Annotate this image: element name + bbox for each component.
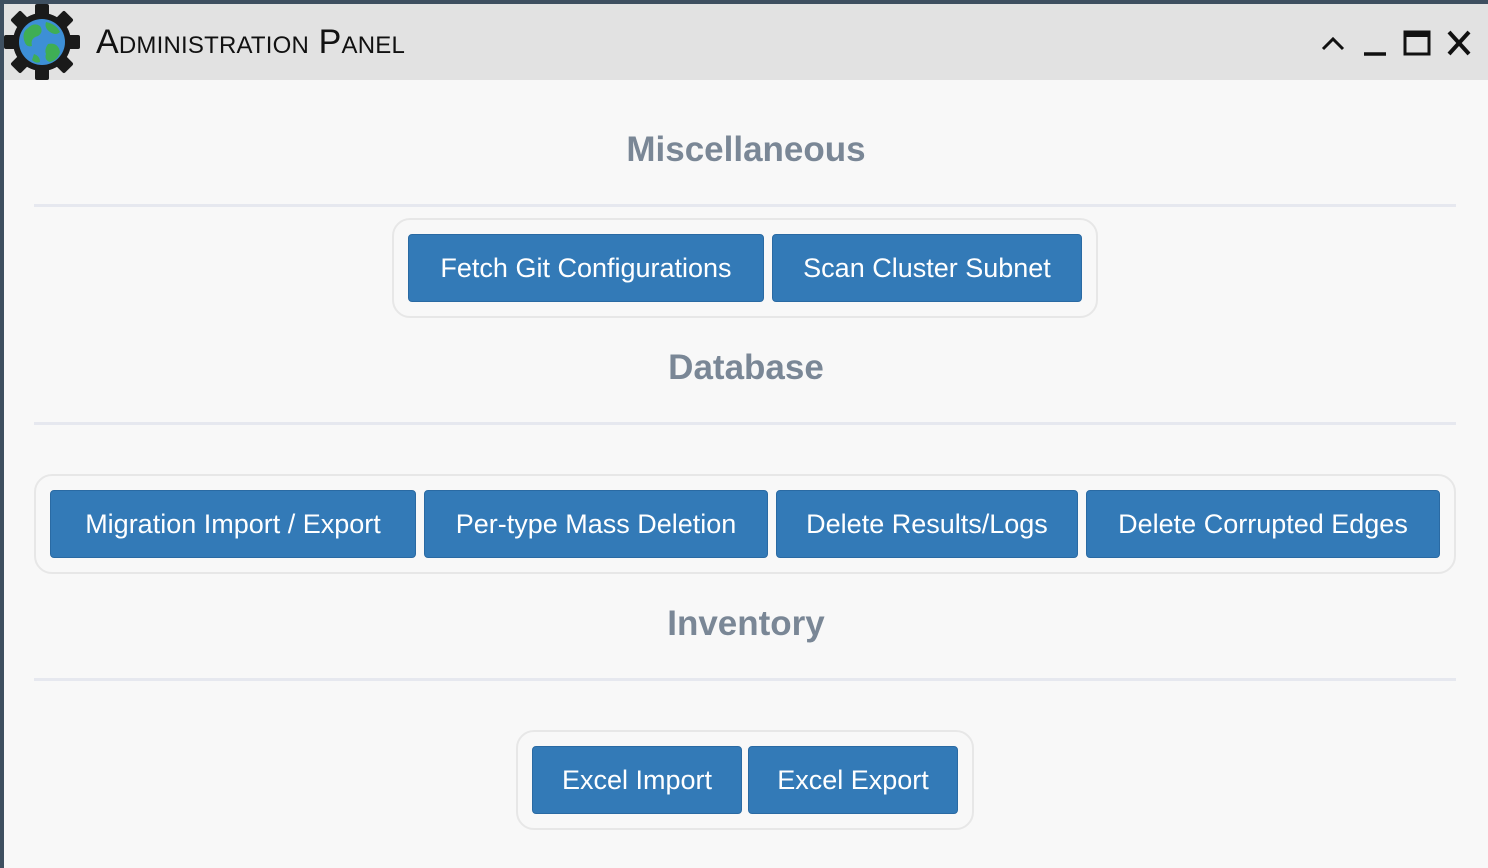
admin-panel-window: Administration Panel Miscellaneous Fetch… [4,4,1488,868]
app-logo-gear-globe-icon [4,4,80,80]
section-title-inventory: Inventory [667,604,825,643]
button-group-database: Migration Import / Export Per-type Mass … [34,474,1456,574]
title-bar[interactable]: Administration Panel [4,4,1488,80]
scan-cluster-subnet-button[interactable]: Scan Cluster Subnet [772,234,1082,302]
button-group-inventory: Excel Import Excel Export [516,730,974,830]
section-title-miscellaneous: Miscellaneous [626,130,866,169]
delete-corrupted-edges-button[interactable]: Delete Corrupted Edges [1086,490,1440,558]
collapse-icon[interactable] [1318,28,1348,58]
maximize-icon[interactable] [1402,28,1432,58]
window-title: Administration Panel [96,23,406,61]
excel-export-button[interactable]: Excel Export [748,746,958,814]
per-type-mass-deletion-button[interactable]: Per-type Mass Deletion [424,490,768,558]
section-divider [34,678,1456,681]
migration-import-export-button[interactable]: Migration Import / Export [50,490,416,558]
minimize-icon[interactable] [1360,28,1390,58]
button-group-miscellaneous: Fetch Git Configurations Scan Cluster Su… [392,218,1098,318]
close-icon[interactable] [1444,28,1474,58]
section-divider [34,204,1456,207]
delete-results-logs-button[interactable]: Delete Results/Logs [776,490,1078,558]
excel-import-button[interactable]: Excel Import [532,746,742,814]
section-divider [34,422,1456,425]
fetch-git-configurations-button[interactable]: Fetch Git Configurations [408,234,764,302]
section-title-database: Database [668,348,824,387]
